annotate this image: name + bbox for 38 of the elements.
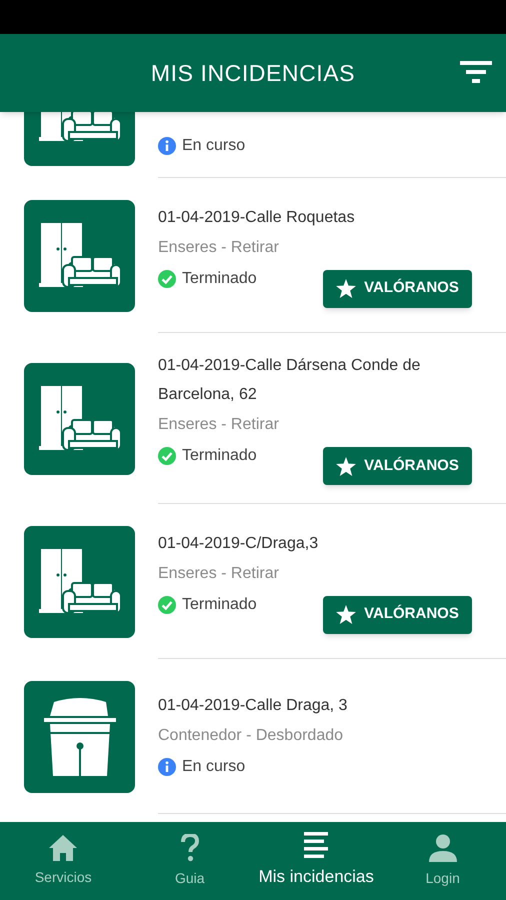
home-icon [49, 834, 78, 860]
rate-button[interactable]: VALÓRANOS [323, 596, 472, 634]
incident-category: Contenedor - Desbordado [158, 726, 344, 746]
nav-tab[interactable]: Servicios [0, 822, 126, 900]
furniture-icon [38, 386, 120, 452]
incident-category: Enseres - Retirar [158, 238, 280, 258]
check-circle-icon [158, 596, 176, 614]
info-icon [158, 758, 176, 776]
incident-title: 01-04-2019-C/Draga,3 [158, 534, 320, 554]
incident-category: Enseres - Retirar [158, 564, 280, 584]
star-icon [336, 605, 356, 624]
list-icon [304, 832, 328, 858]
nav-tab[interactable]: Guia [126, 822, 253, 900]
check-circle-icon [158, 270, 176, 288]
star-icon [336, 279, 356, 298]
incident-title: 01-04-2019-Calle Dársena Conde de Barcelona, 62 [158, 356, 422, 405]
status-label: En curso [182, 136, 246, 156]
question-icon [180, 834, 200, 862]
status-label: Terminado [182, 446, 257, 466]
status-label: Terminado [182, 594, 257, 614]
status-label: Terminado [182, 268, 257, 288]
rate-button[interactable]: VALÓRANOS [323, 270, 472, 308]
incident-title: 01-04-2019-Calle Draga, 3 [158, 696, 348, 716]
nav-tab[interactable]: Login [380, 822, 506, 900]
rate-button[interactable]: VALÓRANOS [323, 447, 472, 485]
status-label: En curso [182, 756, 246, 776]
furniture-icon [38, 548, 120, 614]
filter-icon[interactable] [460, 61, 492, 83]
bin-icon [44, 696, 116, 778]
page-title: MIS INCIDENCIAS [150, 58, 356, 88]
incident-category: Enseres - Retirar [158, 415, 280, 435]
person-icon [428, 834, 457, 862]
star-icon [336, 456, 356, 476]
info-icon [158, 136, 176, 154]
furniture-icon [38, 222, 120, 288]
check-circle-icon [158, 447, 176, 465]
nav-tab[interactable]: Mis incidencias [253, 822, 380, 900]
incident-title: 01-04-2019-Calle Roquetas [158, 208, 356, 228]
